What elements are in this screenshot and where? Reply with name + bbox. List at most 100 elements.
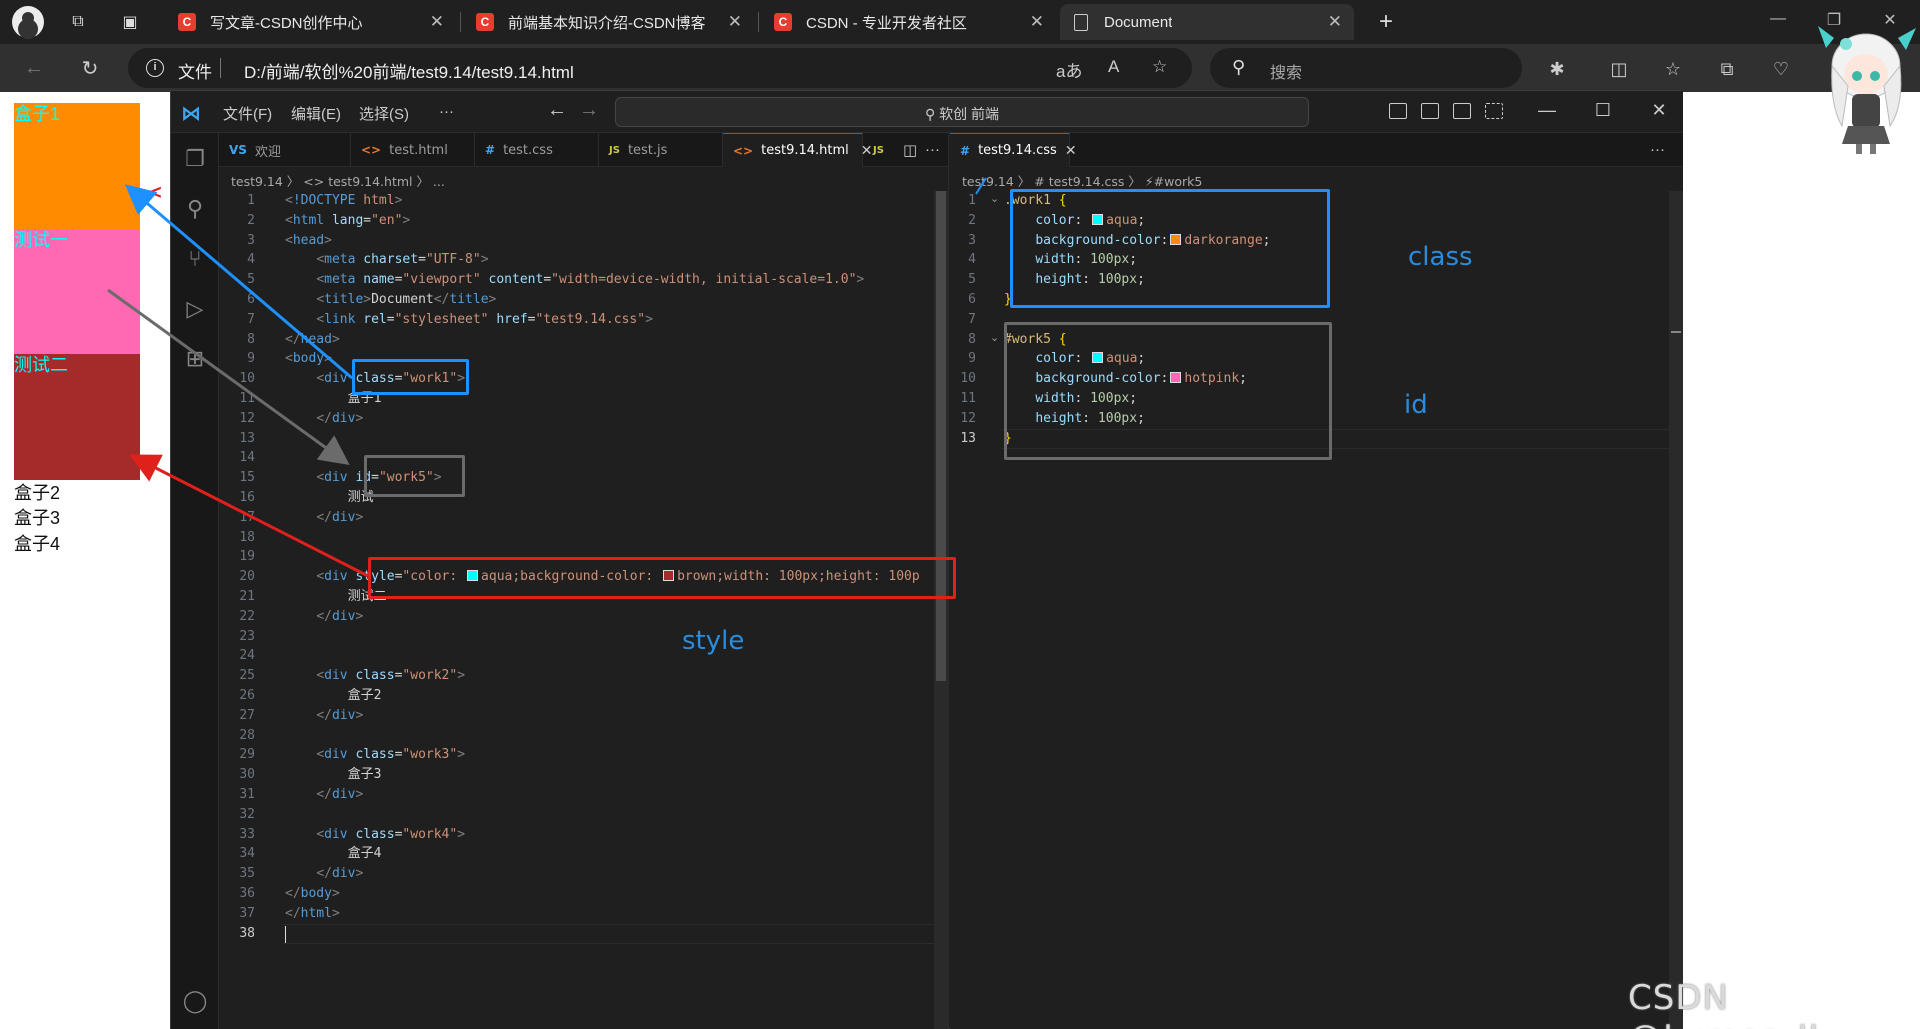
code-line[interactable]: color: aqua; [1004, 211, 1145, 231]
editor-tab-welcome[interactable]: VS 欢迎 [219, 133, 351, 167]
breadcrumb-right[interactable]: test9.14 〉 # test9.14.css 〉 ⚡#work5 [962, 171, 1202, 191]
new-tab-icon[interactable]: + [1372, 8, 1400, 36]
editor-tab-test-js[interactable]: JS test.js [599, 133, 723, 167]
code-line[interactable]: height: 100px; [1004, 409, 1145, 429]
browser-essentials-icon[interactable]: ♡ [1768, 56, 1794, 82]
read-aloud-icon[interactable]: aあ [1056, 57, 1082, 82]
close-tab-icon[interactable]: ✕ [430, 12, 444, 32]
nav-back-icon[interactable]: ← [547, 99, 567, 122]
code-line[interactable]: color: aqua; [1004, 349, 1145, 369]
editor-tab-test9-14-css[interactable]: # test9.14.css ✕ [950, 133, 1077, 167]
code-line[interactable]: <div style="color: aqua;background-color… [285, 567, 919, 587]
fold-chevron-icon[interactable]: ⌄ [990, 331, 999, 344]
code-line[interactable]: } [1004, 290, 1012, 310]
fold-chevron-icon[interactable]: ⌄ [990, 192, 999, 205]
code-line[interactable]: 盒子1 [285, 389, 382, 409]
editor-tab-test-html[interactable]: <> test.html [351, 133, 475, 167]
code-line[interactable]: 测试二 [285, 587, 387, 607]
browser-tab-document[interactable]: Document ✕ [1060, 4, 1354, 40]
tab-actions-icon[interactable]: ▣ [116, 8, 144, 36]
code-line[interactable]: </div> [285, 508, 363, 528]
close-tab-icon[interactable]: ✕ [728, 12, 742, 32]
code-line[interactable]: <div class="work4"> [285, 825, 465, 845]
editor-scrollbar[interactable] [1669, 191, 1683, 1029]
code-line[interactable]: width: 100px; [1004, 250, 1137, 270]
code-line[interactable]: </body> [285, 884, 340, 904]
code-line[interactable]: </div> [285, 864, 363, 884]
code-line[interactable]: </div> [285, 607, 363, 627]
source-control-icon[interactable]: ⑂ [183, 246, 207, 271]
menu-file[interactable]: 文件(F) [223, 103, 272, 124]
code-line[interactable]: <link rel="stylesheet" href="test9.14.cs… [285, 310, 653, 330]
workspaces-icon[interactable]: ⧉ [64, 8, 92, 36]
account-icon[interactable]: ◯ [183, 988, 208, 1013]
code-line[interactable]: </div> [285, 409, 363, 429]
address-url[interactable]: D:/前端/软创%20前端/test9.14/test9.14.html [244, 58, 574, 83]
info-icon[interactable]: i [146, 59, 164, 77]
code-line[interactable]: background-color: darkorange; [1004, 231, 1270, 251]
text-size-icon[interactable]: A [1108, 57, 1119, 77]
code-line[interactable]: <div class="work1"> [285, 369, 465, 389]
run-debug-icon[interactable]: ▷ [183, 296, 207, 321]
maximize-icon[interactable]: ☐ [1593, 100, 1613, 121]
code-line[interactable]: 盒子4 [285, 844, 382, 864]
code-line[interactable]: <meta charset="UTF-8"> [285, 250, 488, 270]
code-line[interactable]: height: 100px; [1004, 270, 1145, 290]
more-actions-icon[interactable]: ··· [1650, 141, 1665, 158]
code-line[interactable]: <meta name="viewport" content="width=dev… [285, 270, 864, 290]
code-line[interactable]: <div class="work2"> [285, 666, 465, 686]
code-line[interactable]: #work5 { [1004, 330, 1067, 350]
code-line[interactable]: </head> [285, 330, 340, 350]
nav-forward-icon[interactable]: → [579, 99, 599, 122]
more-actions-icon[interactable]: ··· [925, 141, 940, 158]
minimize-icon[interactable]: — [1537, 100, 1557, 121]
code-line[interactable]: 盒子2 [285, 686, 382, 706]
back-icon[interactable]: ← [20, 54, 48, 82]
toggle-primary-sidebar-icon[interactable] [1389, 103, 1407, 119]
refresh-icon[interactable]: ↻ [76, 54, 104, 82]
toggle-panel-icon[interactable] [1421, 103, 1439, 119]
editor-tab-js-overflow[interactable]: JS [863, 133, 899, 167]
code-line[interactable]: 盒子3 [285, 765, 382, 785]
menu-more[interactable]: ··· [439, 103, 454, 120]
close-window-icon[interactable]: ✕ [1649, 100, 1669, 121]
close-tab-icon[interactable]: ✕ [1328, 12, 1342, 32]
code-line[interactable]: <div id="work5"> [285, 468, 441, 488]
customize-layout-icon[interactable] [1485, 103, 1503, 119]
close-tab-icon[interactable]: ✕ [1030, 12, 1044, 32]
code-line[interactable]: </div> [285, 706, 363, 726]
code-line[interactable]: <head> [285, 231, 332, 251]
explorer-icon[interactable]: ❐ [183, 146, 207, 171]
menu-edit[interactable]: 编辑(E) [291, 103, 341, 124]
split-screen-icon[interactable]: ◫ [1606, 56, 1632, 82]
code-line[interactable]: 测试 [285, 488, 374, 508]
breadcrumb-left[interactable]: test9.14 〉 <> test9.14.html 〉 ... [231, 171, 445, 191]
collections-icon[interactable]: ⧉ [1714, 56, 1740, 82]
editor-tab-test9-14-html[interactable]: <> test9.14.html ✕ [723, 133, 873, 167]
menu-selection[interactable]: 选择(S) [359, 103, 409, 124]
code-line[interactable]: </div> [285, 785, 363, 805]
profile-avatar[interactable] [12, 6, 44, 38]
favorites-icon[interactable]: ☆ [1660, 56, 1686, 82]
browser-tab-csdn-blog[interactable]: C 前端基本知识介绍-CSDN博客 ✕ [464, 4, 754, 40]
search-icon[interactable]: ⚲ [183, 196, 207, 221]
editor-tab-test-css[interactable]: # test.css [475, 133, 599, 167]
minimize-icon[interactable]: — [1766, 10, 1790, 28]
favorite-star-icon[interactable]: ☆ [1152, 57, 1167, 77]
split-editor-icon[interactable]: ◫ [903, 141, 917, 159]
browser-tab-csdn-write[interactable]: C 写文章-CSDN创作中心 ✕ [166, 4, 456, 40]
extensions-icon[interactable]: ⊞ [183, 346, 207, 371]
code-line[interactable]: <body> [285, 349, 332, 369]
browser-search-box[interactable]: ⚲ 搜索 [1210, 48, 1522, 88]
command-center[interactable]: ⚲ 软创 前端 [615, 97, 1309, 127]
address-bar[interactable]: i 文件 D:/前端/软创%20前端/test9.14/test9.14.htm… [128, 48, 1192, 88]
code-line[interactable]: background-color: hotpink; [1004, 369, 1247, 389]
extensions-icon[interactable]: ✱ [1544, 56, 1570, 82]
code-line[interactable]: <!DOCTYPE html> [285, 191, 402, 211]
code-line[interactable]: <html lang="en"> [285, 211, 410, 231]
code-line[interactable]: width: 100px; [1004, 389, 1137, 409]
code-line[interactable]: <title>Document</title> [285, 290, 496, 310]
code-line[interactable]: .work1 { [1004, 191, 1067, 211]
close-tab-icon[interactable]: ✕ [1065, 143, 1077, 159]
code-line[interactable]: </html> [285, 904, 340, 924]
